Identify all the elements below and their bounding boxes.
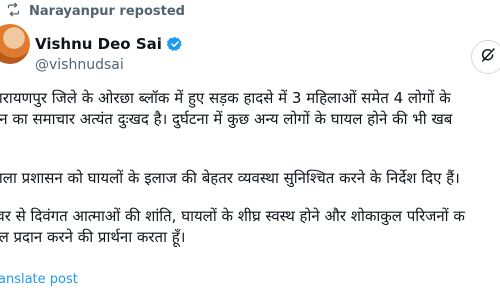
verified-badge-icon [166, 36, 183, 52]
post-line: ारायणपुर जिले के ओरछा ब्लॉक में हुए सड़क… [0, 89, 451, 107]
post-line: ाला प्रशासन को घायलों के इलाज की बेहतर व… [0, 169, 460, 187]
grok-button[interactable] [471, 40, 500, 74]
avatar[interactable] [0, 24, 30, 64]
post-line: श्वर से दिवंगत आत्माओं की शांति, घायलों … [0, 207, 465, 225]
author-name[interactable]: Vishnu Deo Sai [35, 35, 162, 53]
post-line: धन का समाचार अत्यंत दुःखद है। दुर्घटना म… [0, 110, 453, 128]
repost-icon [6, 2, 21, 21]
author-handle[interactable]: @vishnudsai [35, 57, 124, 73]
grok-icon [480, 47, 496, 67]
post-line: । [0, 130, 500, 151]
repost-indicator[interactable]: Narayanpur reposted [6, 2, 185, 20]
post-line: बल प्रदान करने की प्रार्थना करता हूँ। [0, 228, 186, 246]
author-name-row[interactable]: Vishnu Deo Sai [35, 35, 183, 53]
translate-post-link[interactable]: anslate post [0, 272, 78, 287]
repost-label: Narayanpur reposted [29, 3, 185, 19]
post-text: ारायणपुर जिले के ओरछा ब्लॉक में हुए सड़क… [0, 88, 500, 248]
